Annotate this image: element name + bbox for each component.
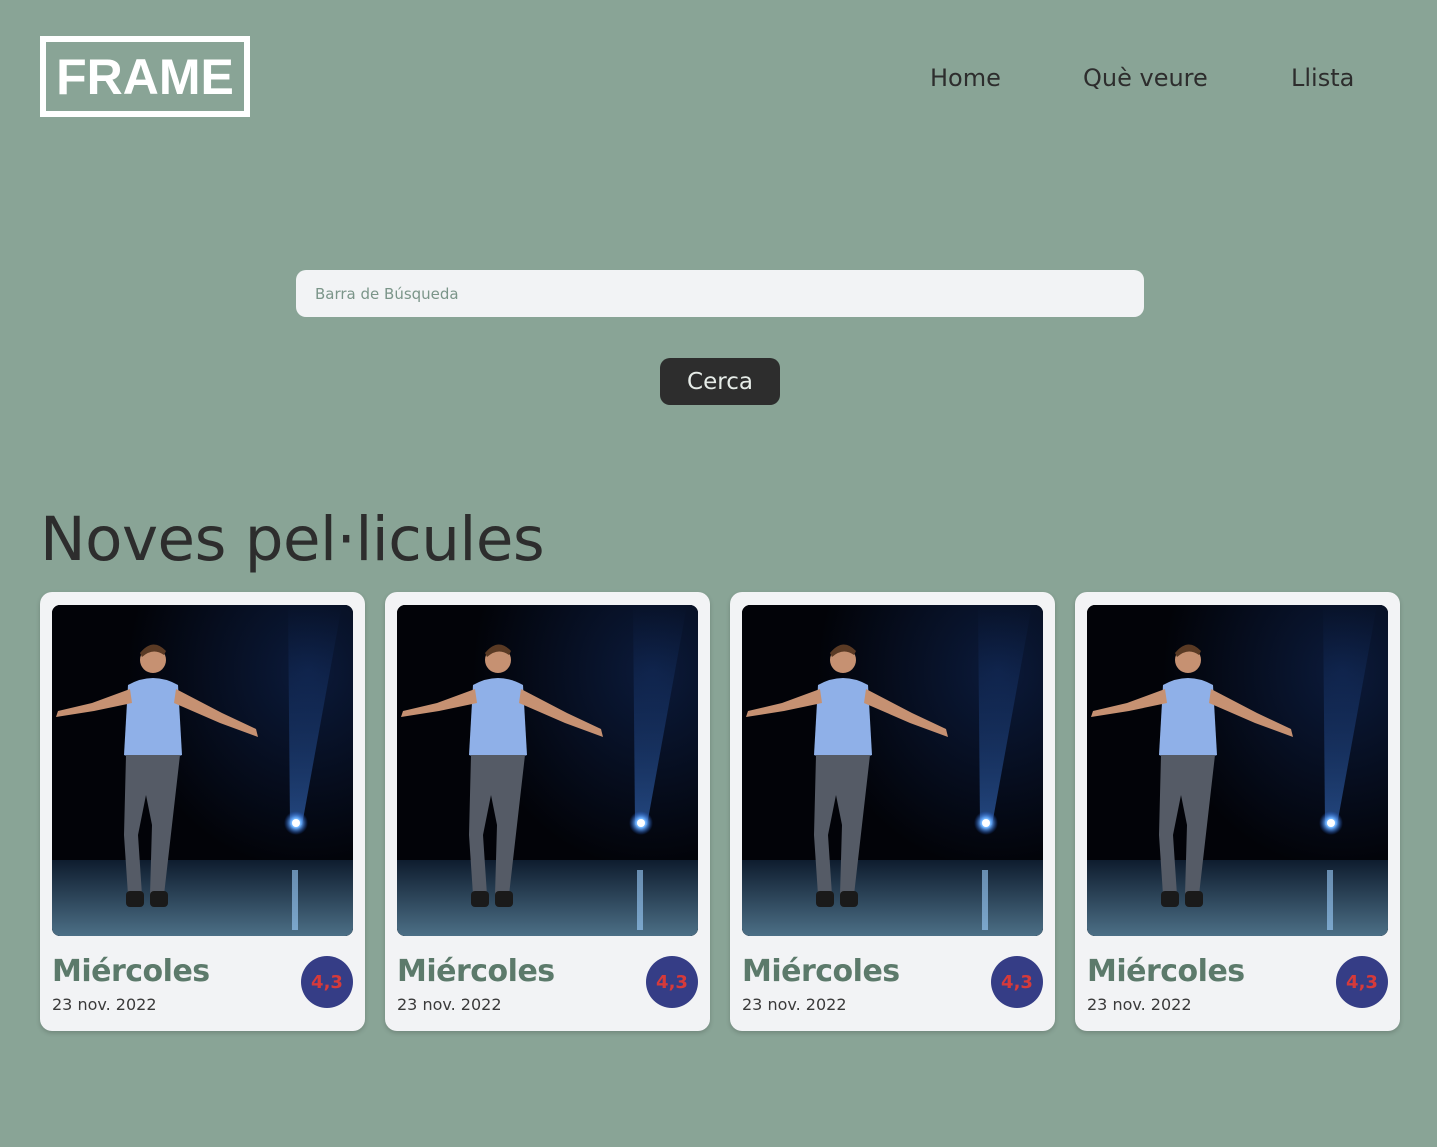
movie-card[interactable]: Miércoles 23 nov. 2022 4,3: [1075, 592, 1400, 1031]
movie-date: 23 nov. 2022: [52, 995, 157, 1014]
rating-badge: 4,3: [1336, 956, 1388, 1008]
movie-title: Miércoles: [742, 954, 900, 989]
movie-card[interactable]: Miércoles 23 nov. 2022 4,3: [40, 592, 365, 1031]
movie-date: 23 nov. 2022: [742, 995, 847, 1014]
logo-text: FRAME: [56, 48, 234, 105]
rating-badge: 4,3: [991, 956, 1043, 1008]
poster-image: [1087, 605, 1388, 936]
rating-badge: 4,3: [301, 956, 353, 1008]
nav-link-home[interactable]: Home: [930, 58, 1001, 98]
search-button[interactable]: Cerca: [660, 358, 780, 405]
movie-poster: [742, 605, 1043, 936]
poster-image: [742, 605, 1043, 936]
movie-date: 23 nov. 2022: [1087, 995, 1192, 1014]
nav-link-llista[interactable]: Llista: [1291, 58, 1354, 98]
movie-poster: [1087, 605, 1388, 936]
movie-title: Miércoles: [52, 954, 210, 989]
movie-title: Miércoles: [397, 954, 555, 989]
poster-image: [397, 605, 698, 936]
movie-card[interactable]: Miércoles 23 nov. 2022 4,3: [385, 592, 710, 1031]
movie-poster: [397, 605, 698, 936]
movie-card[interactable]: Miércoles 23 nov. 2022 4,3: [730, 592, 1055, 1031]
movie-date: 23 nov. 2022: [397, 995, 502, 1014]
rating-badge: 4,3: [646, 956, 698, 1008]
movie-poster: [52, 605, 353, 936]
movie-card-list: Miércoles 23 nov. 2022 4,3 Miércoles 23 …: [40, 592, 1400, 1031]
search-input[interactable]: [296, 270, 1144, 317]
movie-title: Miércoles: [1087, 954, 1245, 989]
nav-link-que-veure[interactable]: Què veure: [1083, 58, 1208, 98]
poster-image: [52, 605, 353, 936]
section-title: Noves pel·licules: [40, 504, 545, 575]
frame-logo[interactable]: FRAME: [40, 36, 250, 117]
